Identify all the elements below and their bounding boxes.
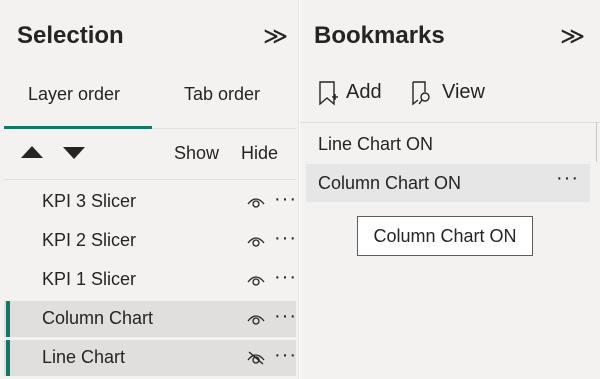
bookmark-tooltip: Column Chart ON bbox=[357, 216, 533, 256]
tab-tab-order[interactable]: Tab order bbox=[184, 84, 260, 105]
eye-icon[interactable] bbox=[246, 312, 266, 326]
move-down-icon[interactable] bbox=[63, 147, 85, 159]
layer-label: KPI 3 Slicer bbox=[42, 191, 137, 211]
more-options-icon[interactable]: ··· bbox=[274, 344, 297, 367]
eye-icon[interactable] bbox=[246, 234, 266, 248]
layer-row-kpi-2-slicer[interactable]: KPI 2 Slicer ··· bbox=[4, 223, 296, 259]
layer-row-kpi-1-slicer[interactable]: KPI 1 Slicer ··· bbox=[4, 262, 296, 298]
add-bookmark-icon[interactable] bbox=[317, 80, 339, 106]
more-options-icon[interactable]: ··· bbox=[274, 188, 297, 211]
list-divider bbox=[4, 179, 296, 180]
more-options-icon[interactable]: ··· bbox=[556, 167, 579, 190]
add-bookmark-button[interactable]: Add bbox=[346, 81, 382, 104]
eye-icon[interactable] bbox=[246, 273, 266, 287]
bookmark-item-column-chart-on[interactable]: Column Chart ON ··· bbox=[306, 164, 590, 202]
layer-row-kpi-3-slicer[interactable]: KPI 3 Slicer ··· bbox=[4, 184, 296, 220]
more-options-icon[interactable]: ··· bbox=[274, 305, 297, 328]
move-up-icon[interactable] bbox=[21, 146, 43, 158]
view-bookmarks-button[interactable]: View bbox=[442, 81, 485, 104]
selection-title: Selection bbox=[17, 22, 124, 49]
layer-row-column-chart[interactable]: Column Chart ··· bbox=[4, 301, 296, 337]
bookmarks-pane: Bookmarks ≫ Add View Line Chart ON Colum… bbox=[300, 0, 600, 379]
layer-label: Line Chart bbox=[42, 347, 126, 367]
eye-icon[interactable] bbox=[246, 195, 266, 209]
hide-all-button[interactable]: Hide bbox=[241, 143, 278, 164]
scroll-edge bbox=[596, 122, 597, 162]
more-options-icon[interactable]: ··· bbox=[274, 227, 297, 250]
layer-label: KPI 2 Slicer bbox=[42, 230, 137, 250]
layer-row-line-chart[interactable]: Line Chart ··· bbox=[4, 340, 296, 376]
bookmark-item-line-chart-on[interactable]: Line Chart ON bbox=[306, 125, 590, 163]
active-tab-indicator bbox=[4, 126, 152, 129]
tab-layer-order[interactable]: Layer order bbox=[28, 84, 120, 105]
more-options-icon[interactable]: ··· bbox=[274, 266, 297, 289]
bookmark-label: Column Chart ON bbox=[318, 173, 462, 193]
selection-pane: Selection ≫ Layer order Tab order Show H… bbox=[0, 0, 299, 379]
bookmarks-collapse-icon[interactable]: ≫ bbox=[560, 22, 585, 52]
show-all-button[interactable]: Show bbox=[174, 143, 219, 164]
bookmark-label: Line Chart ON bbox=[318, 134, 434, 154]
selection-collapse-icon[interactable]: ≫ bbox=[263, 22, 288, 52]
layer-label: KPI 1 Slicer bbox=[42, 269, 137, 289]
eye-hidden-icon[interactable] bbox=[246, 351, 266, 365]
bookmarks-divider bbox=[300, 122, 600, 123]
bookmarks-title: Bookmarks bbox=[314, 22, 445, 49]
layer-label: Column Chart bbox=[42, 308, 154, 328]
view-bookmark-icon[interactable] bbox=[410, 80, 436, 106]
